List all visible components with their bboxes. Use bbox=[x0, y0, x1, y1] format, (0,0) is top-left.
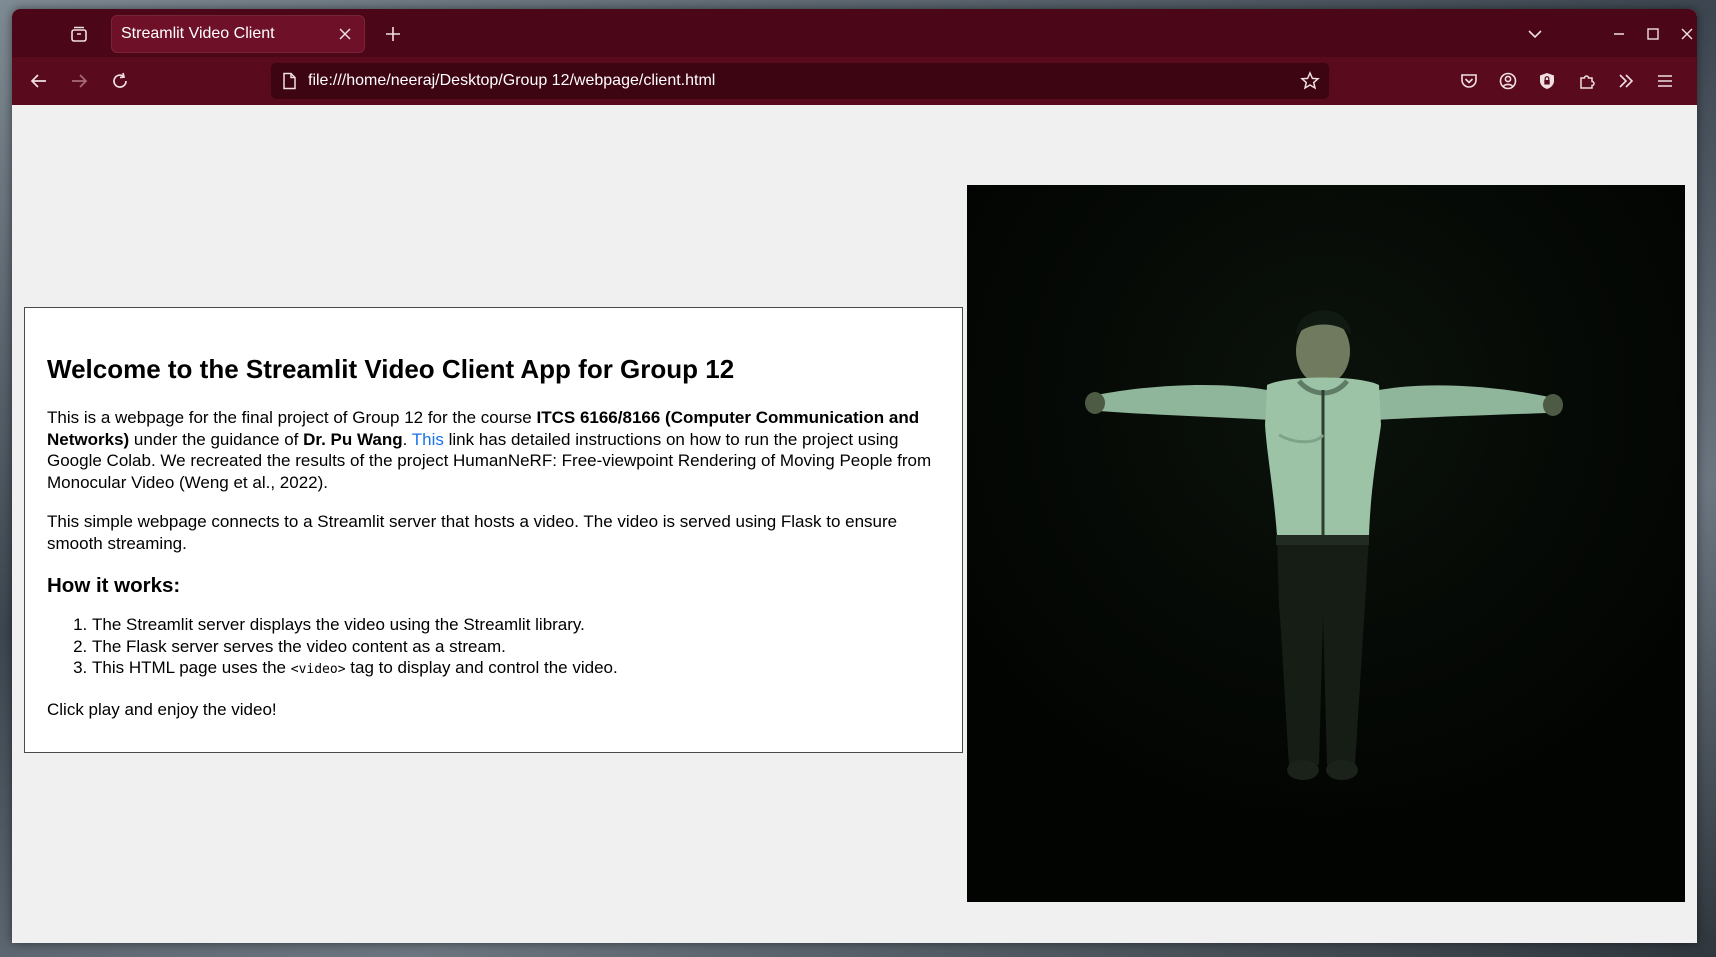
reload-icon[interactable] bbox=[109, 70, 131, 92]
account-icon[interactable] bbox=[1497, 70, 1519, 92]
list-item: The Streamlit server displays the video … bbox=[92, 614, 942, 636]
how-it-works-heading: How it works: bbox=[47, 574, 181, 597]
chevron-down-icon[interactable] bbox=[1524, 23, 1546, 45]
step3-text-2: tag to display and control the video. bbox=[345, 658, 618, 677]
plus-icon[interactable] bbox=[382, 23, 404, 45]
browser-window: Streamlit Video Client file:///home/neer… bbox=[12, 9, 1697, 943]
hamburger-menu-icon[interactable] bbox=[1654, 70, 1676, 92]
list-item: The Flask server serves the video conten… bbox=[92, 636, 942, 658]
video-frame-person bbox=[967, 185, 1685, 902]
pocket-icon[interactable] bbox=[1458, 70, 1480, 92]
tab-list-icon[interactable] bbox=[68, 23, 90, 45]
maximize-icon[interactable] bbox=[1642, 23, 1664, 45]
tab-active[interactable]: Streamlit Video Client bbox=[111, 15, 365, 53]
close-icon[interactable] bbox=[335, 24, 355, 44]
window-close-icon[interactable] bbox=[1676, 23, 1697, 45]
professor-name: Dr. Pu Wang bbox=[303, 429, 403, 449]
intro-text-3: . bbox=[402, 429, 412, 449]
page-content: Welcome to the Streamlit Video Client Ap… bbox=[12, 105, 1697, 943]
minimize-icon[interactable] bbox=[1608, 23, 1630, 45]
step3-text-1: This HTML page uses the bbox=[92, 658, 291, 677]
video-player[interactable] bbox=[967, 185, 1685, 902]
intro-text-2: under the guidance of bbox=[129, 429, 304, 449]
info-panel: Welcome to the Streamlit Video Client Ap… bbox=[24, 307, 963, 753]
shield-icon[interactable] bbox=[1536, 70, 1558, 92]
intro-paragraph: This is a webpage for the final project … bbox=[47, 407, 942, 493]
page-title: Welcome to the Streamlit Video Client Ap… bbox=[47, 354, 735, 384]
description-paragraph: This simple webpage connects to a Stream… bbox=[47, 512, 898, 553]
title-bar: Streamlit Video Client bbox=[12, 9, 1697, 57]
forward-arrow-icon[interactable] bbox=[68, 70, 90, 92]
back-arrow-icon[interactable] bbox=[28, 70, 50, 92]
tab-title: Streamlit Video Client bbox=[121, 25, 275, 42]
address-bar[interactable]: file:///home/neeraj/Desktop/Group 12/web… bbox=[271, 63, 1329, 99]
intro-text-1: This is a webpage for the final project … bbox=[47, 408, 537, 427]
double-chevron-icon[interactable] bbox=[1615, 70, 1637, 92]
instructions-link[interactable]: This bbox=[412, 430, 444, 449]
page-icon bbox=[281, 72, 299, 90]
puzzle-icon[interactable] bbox=[1576, 70, 1598, 92]
closing-paragraph: Click play and enjoy the video! bbox=[47, 699, 277, 719]
steps-list: The Streamlit server displays the video … bbox=[47, 614, 942, 681]
star-icon[interactable] bbox=[1299, 70, 1321, 92]
video-tag-code: <video> bbox=[290, 662, 346, 677]
navigation-toolbar: file:///home/neeraj/Desktop/Group 12/web… bbox=[12, 57, 1697, 105]
list-item: This HTML page uses the <video> tag to d… bbox=[92, 657, 942, 681]
url-text: file:///home/neeraj/Desktop/Group 12/web… bbox=[308, 72, 716, 89]
